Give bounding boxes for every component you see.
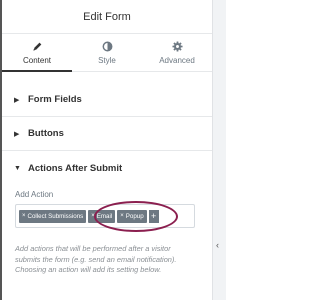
- pencil-icon: [32, 41, 43, 52]
- tab-style[interactable]: Style: [72, 34, 142, 71]
- panel-title: Edit Form: [83, 10, 131, 23]
- chip-label: Collect Submissions: [27, 212, 84, 220]
- tab-style-label: Style: [98, 55, 116, 65]
- add-action-button[interactable]: +: [148, 209, 159, 223]
- caret-right-icon: ▶: [14, 96, 20, 104]
- gear-icon: [171, 40, 183, 52]
- section-actions-after-submit-label: Actions After Submit: [28, 162, 123, 174]
- section-form-fields[interactable]: ▶ Form Fields: [2, 83, 212, 117]
- panel-header: Edit Form: [2, 0, 212, 34]
- section-actions-after-submit[interactable]: ▼ Actions After Submit: [2, 151, 212, 185]
- chevron-left-icon[interactable]: ‹: [216, 240, 219, 250]
- section-buttons-label: Buttons: [28, 128, 64, 139]
- add-action-label: Add Action: [15, 190, 54, 199]
- caret-down-icon: ▼: [14, 164, 21, 172]
- caret-right-icon: ▶: [14, 130, 20, 138]
- tab-content[interactable]: Content: [2, 34, 72, 72]
- remove-chip-icon[interactable]: ×: [120, 213, 124, 219]
- tab-content-label: Content: [22, 55, 52, 65]
- remove-chip-icon[interactable]: ×: [91, 213, 95, 219]
- action-chip-email[interactable]: × Email: [88, 209, 116, 223]
- remove-chip-icon[interactable]: ×: [22, 213, 26, 219]
- panel-tabs: Content Style Advanced: [2, 34, 212, 72]
- chip-label: Popup: [125, 212, 144, 220]
- add-action-help-text: Add actions that will be performed after…: [15, 244, 177, 274]
- chip-label: Email: [96, 212, 113, 220]
- tab-advanced-label: Advanced: [159, 55, 195, 65]
- tab-advanced[interactable]: Advanced: [142, 34, 212, 71]
- panel-collapse-strip[interactable]: ‹: [212, 0, 226, 300]
- editor-panel: Edit Form Content Style Advanced ▶ Form …: [0, 0, 226, 300]
- section-form-fields-label: Form Fields: [28, 94, 82, 105]
- action-chip-popup[interactable]: × Popup: [117, 209, 147, 223]
- section-buttons[interactable]: ▶ Buttons: [2, 117, 212, 151]
- add-action-select[interactable]: × Collect Submissions × Email × Popup +: [15, 204, 195, 228]
- half-circle-icon: [102, 41, 113, 52]
- action-chip-collect-submissions[interactable]: × Collect Submissions: [19, 209, 87, 223]
